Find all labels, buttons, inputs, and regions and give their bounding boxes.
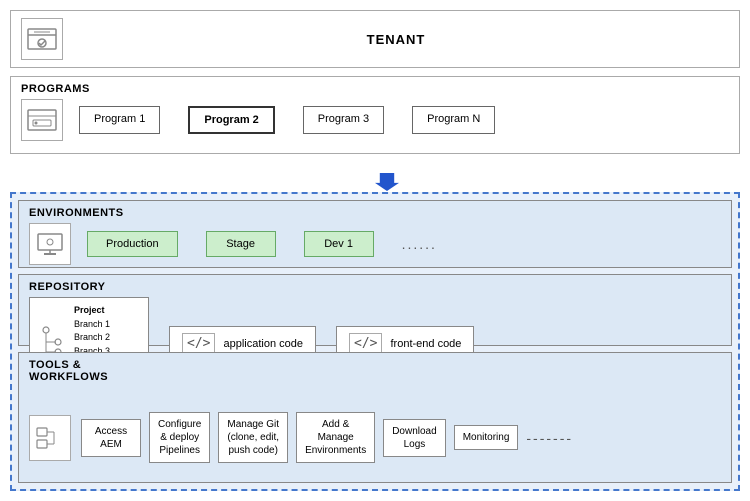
programs-content: Program 1 Program 2 Program 3 Program N — [21, 99, 729, 141]
tools-label: TOOLS & WORKFLOWS — [29, 359, 721, 383]
tool-box-configure-deploy[interactable]: Configure & deploy Pipelines — [149, 412, 210, 463]
tool-box-access-aem[interactable]: Access AEM — [81, 419, 141, 457]
tools-icon — [29, 415, 71, 461]
program-box-n[interactable]: Program N — [412, 106, 495, 134]
blue-dashed-container: ENVIRONMENTS Production Stage Dev 1 ....… — [10, 192, 740, 491]
program-boxes: Program 1 Program 2 Program 3 Program N — [79, 106, 729, 134]
programs-icon — [21, 99, 63, 141]
env-boxes: Production Stage Dev 1 ...... — [87, 231, 721, 257]
environments-label: ENVIRONMENTS — [29, 207, 721, 219]
repo-project-title: Project — [74, 304, 112, 318]
tool-dots: ------- — [526, 430, 573, 446]
tools-content: Access AEM Configure & deploy Pipelines … — [29, 387, 721, 488]
tool-box-add-manage-env[interactable]: Add & Manage Environments — [296, 412, 375, 463]
code-brackets-icon-2: </> — [349, 333, 382, 354]
program-box-2[interactable]: Program 2 — [188, 106, 274, 134]
env-box-dev1[interactable]: Dev 1 — [304, 231, 374, 257]
arrow-container — [10, 162, 740, 184]
program-box-1[interactable]: Program 1 — [79, 106, 160, 134]
main-container: TENANT PROGRAMS Program 1 Program 2 Prog… — [0, 0, 750, 501]
tenant-section: TENANT — [10, 10, 740, 68]
tool-box-monitoring[interactable]: Monitoring — [454, 425, 519, 450]
tenant-icon — [21, 18, 63, 60]
tool-box-manage-git[interactable]: Manage Git (clone, edit, push code) — [218, 412, 288, 463]
tool-boxes: Access AEM Configure & deploy Pipelines … — [81, 412, 721, 463]
tools-section: TOOLS & WORKFLOWS Access AEM Configure &… — [18, 352, 732, 483]
env-dots: ...... — [402, 236, 437, 252]
env-box-stage[interactable]: Stage — [206, 231, 276, 257]
frontend-code-label: front-end code — [390, 338, 461, 350]
repository-label: REPOSITORY — [29, 281, 721, 293]
environments-content: Production Stage Dev 1 ...... — [29, 223, 721, 265]
tenant-title: TENANT — [63, 32, 729, 47]
programs-label: PROGRAMS — [21, 83, 729, 95]
code-brackets-icon: </> — [182, 333, 215, 354]
environments-section: ENVIRONMENTS Production Stage Dev 1 ....… — [18, 200, 732, 268]
programs-section: PROGRAMS Program 1 Program 2 Program 3 P… — [10, 76, 740, 154]
tool-box-download-logs[interactable]: Download Logs — [383, 419, 445, 457]
app-code-label: application code — [223, 338, 303, 350]
repository-section: REPOSITORY — [18, 274, 732, 346]
environments-icon — [29, 223, 71, 265]
env-box-production[interactable]: Production — [87, 231, 178, 257]
program-box-3[interactable]: Program 3 — [303, 106, 384, 134]
